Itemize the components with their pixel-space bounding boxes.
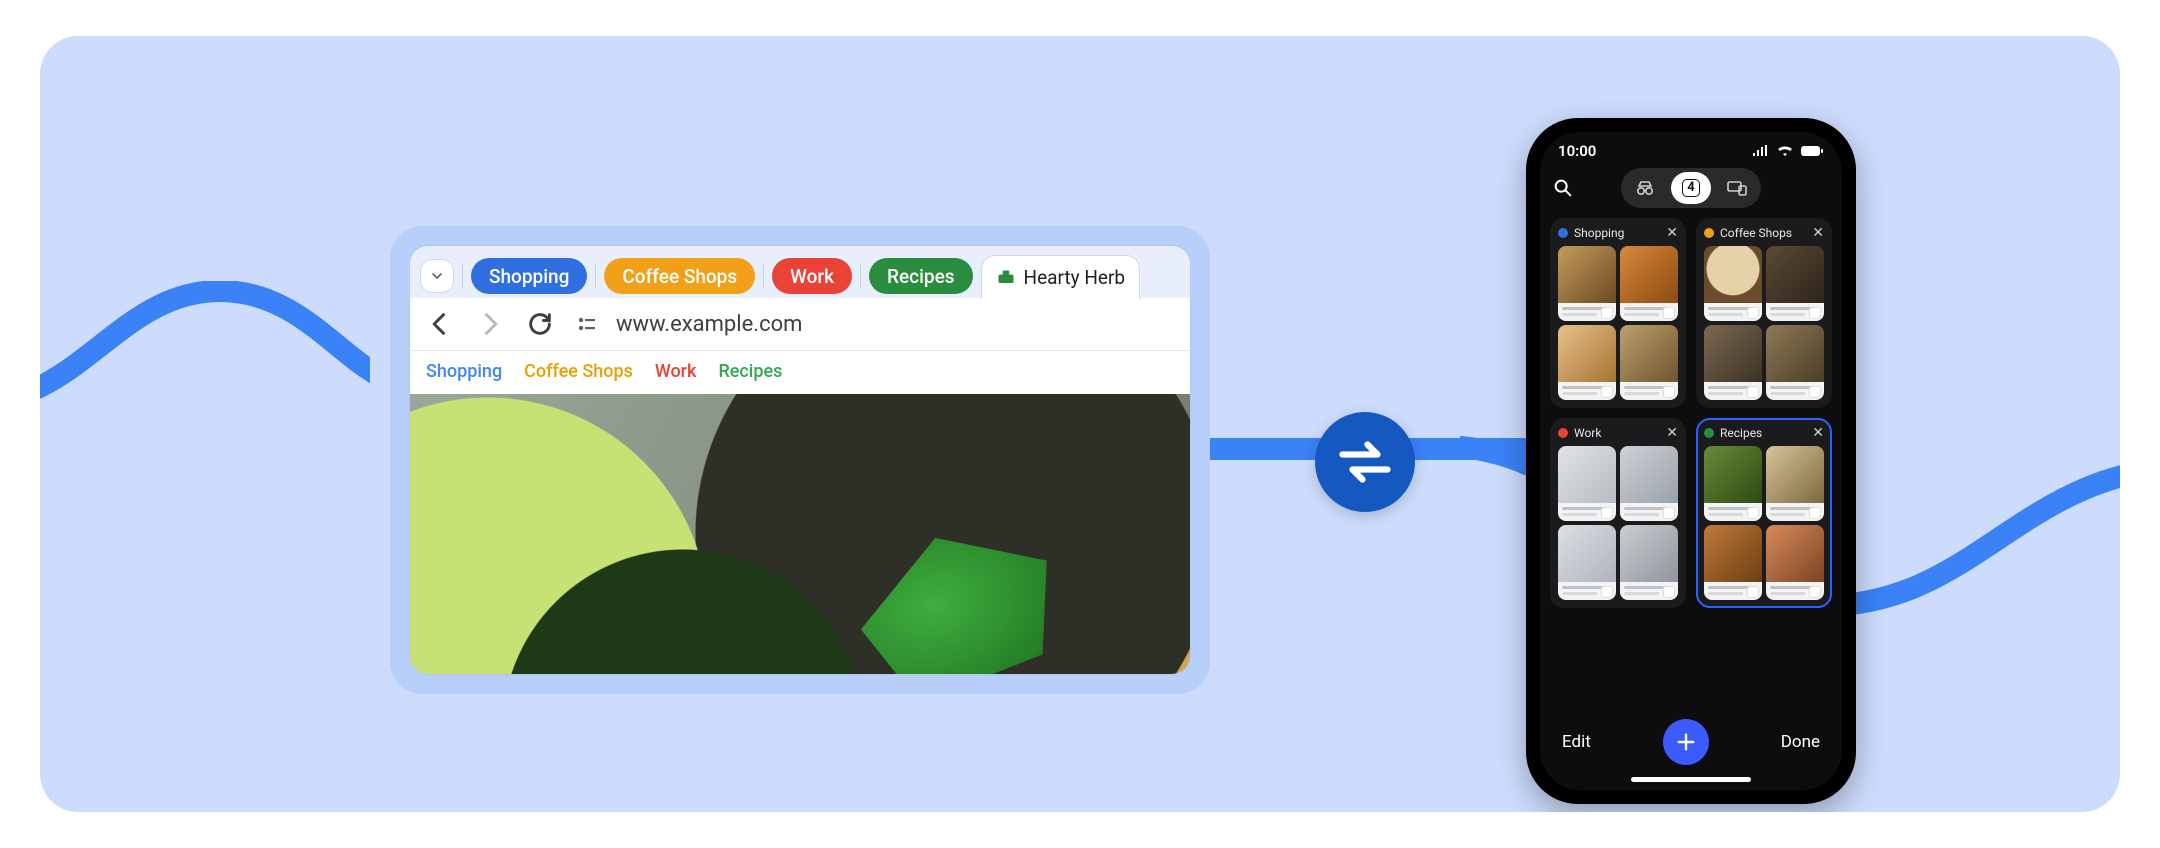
tab-thumbnail[interactable] — [1704, 446, 1762, 521]
hero-photo — [410, 394, 1190, 674]
page-content-hero — [410, 394, 1190, 674]
tab-group-coffee-shops[interactable]: Coffee Shops — [604, 258, 755, 294]
tab-thumbnail[interactable] — [1766, 446, 1824, 521]
address-bar[interactable]: www.example.com — [576, 312, 1174, 337]
separator — [462, 264, 463, 288]
tab-thumbnail[interactable] — [1620, 325, 1678, 400]
tab-thumbnail[interactable] — [1620, 525, 1678, 600]
tab-thumbnail[interactable] — [1704, 525, 1762, 600]
group-label: Shopping — [1574, 226, 1624, 240]
separator — [860, 264, 861, 288]
tab-thumbnail[interactable] — [1620, 446, 1678, 521]
tab-count: 4 — [1682, 179, 1699, 197]
group-dot-icon — [1558, 228, 1568, 238]
favicon-icon — [996, 268, 1016, 288]
segment-tabs[interactable]: 4 — [1671, 172, 1711, 204]
group-card-recipes[interactable]: Recipes ✕ — [1696, 418, 1832, 608]
close-icon[interactable]: ✕ — [1666, 226, 1678, 240]
phone-bottom-bar: Edit Done — [1540, 707, 1842, 777]
tablist-dropdown[interactable] — [420, 259, 454, 293]
tab-thumbnail[interactable] — [1558, 446, 1616, 521]
desktop-browser: Shopping Coffee Shops Work Recipes Heart… — [410, 246, 1190, 674]
group-dot-icon — [1558, 428, 1568, 438]
url-text: www.example.com — [616, 312, 802, 337]
illustration-panel: Shopping Coffee Shops Work Recipes Heart… — [40, 36, 2120, 812]
search-icon[interactable] — [1552, 177, 1574, 199]
phone-toolbar: 4 — [1540, 162, 1842, 218]
home-indicator — [1631, 777, 1751, 782]
tab-strip: Shopping Coffee Shops Work Recipes Heart… — [410, 246, 1190, 298]
tab-thumbnail[interactable] — [1704, 325, 1762, 400]
segment-incognito[interactable] — [1625, 172, 1665, 204]
phone-screen: 10:00 4 — [1540, 132, 1842, 790]
active-tab[interactable]: Hearty Herb — [981, 255, 1141, 299]
bookmark-work[interactable]: Work — [655, 361, 697, 382]
tab-thumbnail[interactable] — [1620, 246, 1678, 321]
new-tab-button[interactable] — [1663, 719, 1709, 765]
bookmark-coffee-shops[interactable]: Coffee Shops — [524, 361, 633, 382]
edit-button[interactable]: Edit — [1562, 732, 1591, 752]
sync-badge — [1315, 412, 1415, 512]
browser-toolbar: www.example.com — [410, 298, 1190, 351]
wifi-icon — [1776, 145, 1794, 157]
battery-icon — [1800, 145, 1824, 157]
segmented-control: 4 — [1621, 168, 1761, 208]
bookmark-shopping[interactable]: Shopping — [426, 361, 502, 382]
plus-icon — [1675, 731, 1697, 753]
done-button[interactable]: Done — [1781, 732, 1820, 752]
tab-thumbnail[interactable] — [1766, 525, 1824, 600]
group-label: Coffee Shops — [1720, 226, 1792, 240]
desktop-browser-shell: Shopping Coffee Shops Work Recipes Heart… — [390, 226, 1210, 694]
separator — [763, 264, 764, 288]
status-time: 10:00 — [1558, 142, 1596, 160]
close-icon[interactable]: ✕ — [1666, 426, 1678, 440]
tab-group-recipes[interactable]: Recipes — [869, 258, 973, 294]
tab-group-work[interactable]: Work — [772, 258, 852, 294]
tab-thumbnail[interactable] — [1704, 246, 1762, 321]
tab-thumbnail[interactable] — [1558, 325, 1616, 400]
close-icon[interactable]: ✕ — [1812, 426, 1824, 440]
bookmark-bar: Shopping Coffee Shops Work Recipes — [410, 351, 1190, 394]
site-settings-icon[interactable] — [576, 314, 604, 334]
phone-frame: 10:00 4 — [1526, 118, 1856, 804]
forward-icon[interactable] — [476, 310, 504, 338]
separator — [595, 264, 596, 288]
segment-devices[interactable] — [1717, 172, 1757, 204]
group-label: Recipes — [1720, 426, 1762, 440]
signal-icon — [1752, 145, 1770, 157]
group-card-coffee-shops[interactable]: Coffee Shops ✕ — [1696, 218, 1832, 408]
reload-icon[interactable] — [526, 310, 554, 338]
close-icon[interactable]: ✕ — [1812, 226, 1824, 240]
group-dot-icon — [1704, 428, 1714, 438]
group-dot-icon — [1704, 228, 1714, 238]
active-tab-title: Hearty Herb — [1024, 266, 1126, 289]
tab-group-shopping[interactable]: Shopping — [471, 258, 587, 294]
tab-thumbnail[interactable] — [1766, 246, 1824, 321]
group-card-shopping[interactable]: Shopping ✕ — [1550, 218, 1686, 408]
group-label: Work — [1574, 426, 1601, 440]
group-card-work[interactable]: Work ✕ — [1550, 418, 1686, 608]
tab-thumbnail[interactable] — [1558, 525, 1616, 600]
bookmark-recipes[interactable]: Recipes — [718, 361, 782, 382]
back-icon[interactable] — [426, 310, 454, 338]
tab-groups-grid: Shopping ✕ Coffee Shops ✕ — [1540, 218, 1842, 707]
sync-arrows-icon — [1335, 432, 1395, 492]
tab-thumbnail[interactable] — [1766, 325, 1824, 400]
wave-left — [40, 281, 370, 441]
tab-thumbnail[interactable] — [1558, 246, 1616, 321]
status-bar: 10:00 — [1540, 132, 1842, 162]
